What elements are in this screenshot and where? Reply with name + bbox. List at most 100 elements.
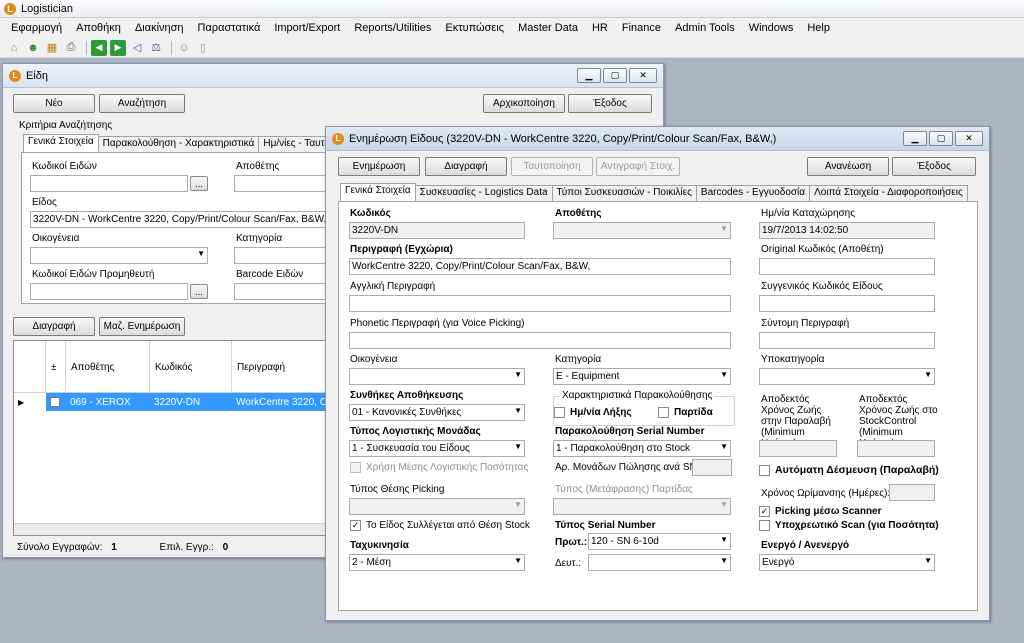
copy-data-button[interactable]: Αντιγραφή Στοιχ. xyxy=(596,157,680,176)
tab-barcodes[interactable]: Barcodes - Εγγυοδοσία xyxy=(695,185,811,201)
expand-header[interactable]: ± xyxy=(46,341,66,393)
secondary-serial-select[interactable]: ▼ xyxy=(588,554,731,571)
tab-other[interactable]: Λοιπά Στοιχεία - Διαφοροποιήσεις xyxy=(809,185,968,201)
auto-reserve-checkbox[interactable]: Αυτόματη Δέσμευση (Παραλαβή) xyxy=(759,464,939,476)
menu-application[interactable]: Εφαρμογή xyxy=(4,22,69,34)
english-description-input[interactable] xyxy=(349,295,731,312)
users-icon[interactable]: ☺ xyxy=(176,40,192,56)
menu-admin-tools[interactable]: Admin Tools xyxy=(668,22,742,34)
ripening-input[interactable] xyxy=(889,484,935,501)
grid-delete-button[interactable]: Διαγραφή xyxy=(13,317,95,336)
supplier-codes-browse-button[interactable]: ... xyxy=(190,284,208,299)
serial-tracking-select[interactable]: 1 - Παρακολούθηση στο Stock ▼ xyxy=(553,440,731,457)
document-icon[interactable]: ▯ xyxy=(195,40,211,56)
update-button[interactable]: Ενημέρωση xyxy=(338,157,420,176)
description-header[interactable]: Περιγραφή xyxy=(232,341,330,393)
category-select[interactable] xyxy=(234,247,334,264)
menu-master-data[interactable]: Master Data xyxy=(511,22,585,34)
home-icon[interactable]: ⌂ xyxy=(6,40,22,56)
reset-button[interactable]: Αρχικοποίηση xyxy=(483,94,565,113)
life-receipt-input[interactable] xyxy=(759,440,837,457)
identify-button[interactable]: Ταυτοποίηση xyxy=(511,157,593,176)
table-row[interactable]: ▶ 069 - XEROX 3220V-DN WorkCentre 3220, … xyxy=(14,393,330,411)
arrow-left-icon[interactable]: ◀ xyxy=(91,39,107,56)
row-checkbox[interactable] xyxy=(46,393,66,411)
menu-help[interactable]: Help xyxy=(800,22,837,34)
batch-checkbox[interactable]: Παρτίδα xyxy=(658,407,713,418)
cubes-icon[interactable]: ▦ xyxy=(44,40,60,56)
exit-button[interactable]: Έξοδος xyxy=(892,157,976,176)
minimize-icon[interactable]: ▁ xyxy=(577,68,601,83)
code-input[interactable]: 3220V-DN xyxy=(349,222,525,239)
average-quantity-checkbox[interactable]: Χρήση Μέσης Λογιστικής Ποσότητας xyxy=(350,462,528,473)
refresh-button[interactable]: Ανανέωση xyxy=(807,157,889,176)
picking-position-select[interactable]: ▼ xyxy=(349,498,525,515)
back-icon[interactable]: ◁ xyxy=(129,40,145,56)
tab-tracking[interactable]: Παρακολούθηση - Χαρακτηριστικά xyxy=(97,136,260,152)
user-icon[interactable]: ☻ xyxy=(25,40,41,56)
menu-windows[interactable]: Windows xyxy=(742,22,801,34)
related-code-input[interactable] xyxy=(759,295,935,312)
minimize-icon[interactable]: ▁ xyxy=(903,131,927,146)
phonetic-description-input[interactable] xyxy=(349,332,731,349)
items-window-titlebar[interactable]: L Είδη ▁ ▢ ✕ xyxy=(3,64,663,88)
subcategory-select[interactable]: ▼ xyxy=(759,368,935,385)
scale-icon[interactable]: ⚖ xyxy=(148,40,164,56)
tab-package-types[interactable]: Τύποι Συσκευασιών - Ποικιλίες xyxy=(551,185,697,201)
menu-finance[interactable]: Finance xyxy=(615,22,668,34)
arrow-right-icon[interactable]: ▶ xyxy=(110,39,126,56)
code-header[interactable]: Κωδικός xyxy=(150,341,232,393)
description-input[interactable]: WorkCentre 3220, Copy/Print/Colour Scan/… xyxy=(349,258,731,275)
category-select[interactable]: E - Equipment ▼ xyxy=(553,368,731,385)
logistic-unit-select[interactable]: 1 - Συσκευασία του Είδους ▼ xyxy=(349,440,525,457)
tab-general[interactable]: Γενικά Στοιχεία xyxy=(23,134,99,152)
search-button[interactable]: Αναζήτηση xyxy=(99,94,185,113)
collected-from-stock-checkbox[interactable]: ✓ Το Είδος Συλλέγεται από Θέση Stock xyxy=(350,520,530,531)
menu-distribution[interactable]: Διακίνηση xyxy=(128,22,191,34)
barcodes-input[interactable] xyxy=(234,283,334,300)
menu-prints[interactable]: Εκτυπώσεις xyxy=(438,22,511,34)
expiry-date-checkbox[interactable]: Ημ/νία Λήξης xyxy=(554,407,632,418)
tab-packaging[interactable]: Συσκευασίες - Logistics Data xyxy=(414,185,553,201)
printer-icon[interactable]: ⎙ xyxy=(63,40,79,56)
item-codes-input[interactable] xyxy=(30,175,188,192)
horizontal-scrollbar[interactable] xyxy=(14,523,328,535)
exit-button[interactable]: Έξοδος xyxy=(568,94,652,113)
menu-warehouse[interactable]: Αποθήκη xyxy=(69,22,128,34)
supplier-codes-input[interactable] xyxy=(30,283,188,300)
depositor-select[interactable]: ▼ xyxy=(553,222,731,239)
close-icon[interactable]: ✕ xyxy=(955,131,983,146)
units-per-sn-input[interactable] xyxy=(692,459,732,476)
maximize-icon[interactable]: ▢ xyxy=(603,68,627,83)
item-input[interactable]: 3220V-DN - WorkCentre 3220, Copy/Print/C… xyxy=(30,211,330,228)
tab-general[interactable]: Γενικά Στοιχεία xyxy=(340,183,416,201)
life-stock-input[interactable] xyxy=(857,440,935,457)
mandatory-scan-checkbox[interactable]: Υποχρεωτικό Scan (για Ποσότητα) xyxy=(759,520,939,531)
maximize-icon[interactable]: ▢ xyxy=(929,131,953,146)
picking-scanner-checkbox[interactable]: ✓ Picking μέσω Scanner xyxy=(759,506,882,517)
delete-button[interactable]: Διαγραφή xyxy=(425,157,507,176)
item-update-titlebar[interactable]: L Ενημέρωση Είδους (3220V-DN - WorkCentr… xyxy=(326,127,989,151)
menu-reports[interactable]: Reports/Utilities xyxy=(347,22,438,34)
search-criteria-label: Κριτήρια Αναζήτησης xyxy=(19,120,113,131)
depositor-input[interactable] xyxy=(234,175,334,192)
speed-select[interactable]: 2 - Μέση ▼ xyxy=(349,554,525,571)
storage-conditions-select[interactable]: 01 - Κανονικές Συνθήκες ▼ xyxy=(349,404,525,421)
original-code-input[interactable] xyxy=(759,258,935,275)
menu-hr[interactable]: HR xyxy=(585,22,615,34)
batch-type-select[interactable]: ▼ xyxy=(553,498,731,515)
entry-date-input[interactable]: 19/7/2013 14:02:50 xyxy=(759,222,935,239)
mass-update-button[interactable]: Μαζ. Ενημέρωση xyxy=(99,317,185,336)
short-description-input[interactable] xyxy=(759,332,935,349)
general-panel: Κωδικός 3220V-DN Περιγραφή (Εγχώρια) Wor… xyxy=(338,201,978,611)
item-codes-browse-button[interactable]: ... xyxy=(190,176,208,191)
menu-import-export[interactable]: Import/Export xyxy=(267,22,347,34)
family-select[interactable]: ▼ xyxy=(30,247,208,264)
family-select[interactable]: ▼ xyxy=(349,368,525,385)
new-button[interactable]: Νέο xyxy=(13,94,95,113)
primary-serial-select[interactable]: 120 - SN 6-10d ▼ xyxy=(588,533,731,550)
menu-documents[interactable]: Παραστατικά xyxy=(191,22,268,34)
close-icon[interactable]: ✕ xyxy=(629,68,657,83)
depositor-header[interactable]: Αποθέτης xyxy=(66,341,150,393)
active-select[interactable]: Ενεργό ▼ xyxy=(759,554,935,571)
